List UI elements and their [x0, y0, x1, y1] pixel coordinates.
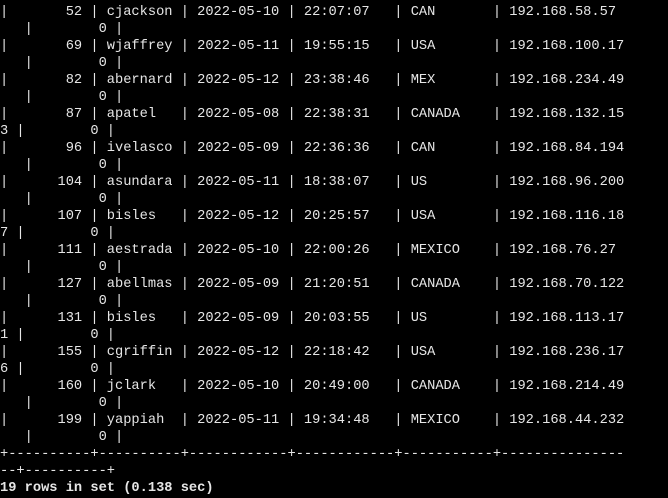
terminal-line: | 0 | — [0, 430, 124, 445]
terminal-line: | 111 | aestrada | 2022-05-10 | 22:00:26… — [0, 243, 617, 258]
terminal-line: | 0 | — [0, 158, 124, 173]
result-summary: 19 rows in set (0.138 sec) — [0, 481, 214, 496]
terminal-line: | 0 | — [0, 22, 124, 37]
table-border-line: --+----------+ — [0, 464, 115, 479]
terminal-line: | 131 | bisles | 2022-05-09 | 20:03:55 |… — [0, 311, 625, 326]
terminal-line: | 96 | ivelasco | 2022-05-09 | 22:36:36 … — [0, 141, 625, 156]
terminal-line: 3 | 0 | — [0, 124, 115, 139]
terminal-line: | 0 | — [0, 192, 124, 207]
table-border-line: +----------+----------+------------+----… — [0, 447, 625, 462]
terminal-line: | 0 | — [0, 90, 124, 105]
terminal-line: 1 | 0 | — [0, 328, 115, 343]
terminal-line: | 0 | — [0, 294, 124, 309]
terminal-line: | 69 | wjaffrey | 2022-05-11 | 19:55:15 … — [0, 39, 625, 54]
terminal-line: | 87 | apatel | 2022-05-08 | 22:38:31 | … — [0, 107, 625, 122]
terminal-line: | 199 | yappiah | 2022-05-11 | 19:34:48 … — [0, 413, 625, 428]
terminal-line: 7 | 0 | — [0, 226, 115, 241]
terminal-line: | 104 | asundara | 2022-05-11 | 18:38:07… — [0, 175, 625, 190]
terminal-line: | 107 | bisles | 2022-05-12 | 20:25:57 |… — [0, 209, 625, 224]
terminal-line: | 0 | — [0, 260, 124, 275]
terminal-line: | 160 | jclark | 2022-05-10 | 20:49:00 |… — [0, 379, 625, 394]
terminal-line: | 127 | abellmas | 2022-05-09 | 21:20:51… — [0, 277, 625, 292]
terminal-line: | 0 | — [0, 56, 124, 71]
terminal-line: | 52 | cjackson | 2022-05-10 | 22:07:07 … — [0, 5, 617, 20]
terminal-line: 6 | 0 | — [0, 362, 115, 377]
terminal-window[interactable]: | 52 | cjackson | 2022-05-10 | 22:07:07 … — [0, 0, 668, 498]
terminal-line: | 0 | — [0, 396, 124, 411]
terminal-line: | 155 | cgriffin | 2022-05-12 | 22:18:42… — [0, 345, 625, 360]
terminal-line: | 82 | abernard | 2022-05-12 | 23:38:46 … — [0, 73, 625, 88]
